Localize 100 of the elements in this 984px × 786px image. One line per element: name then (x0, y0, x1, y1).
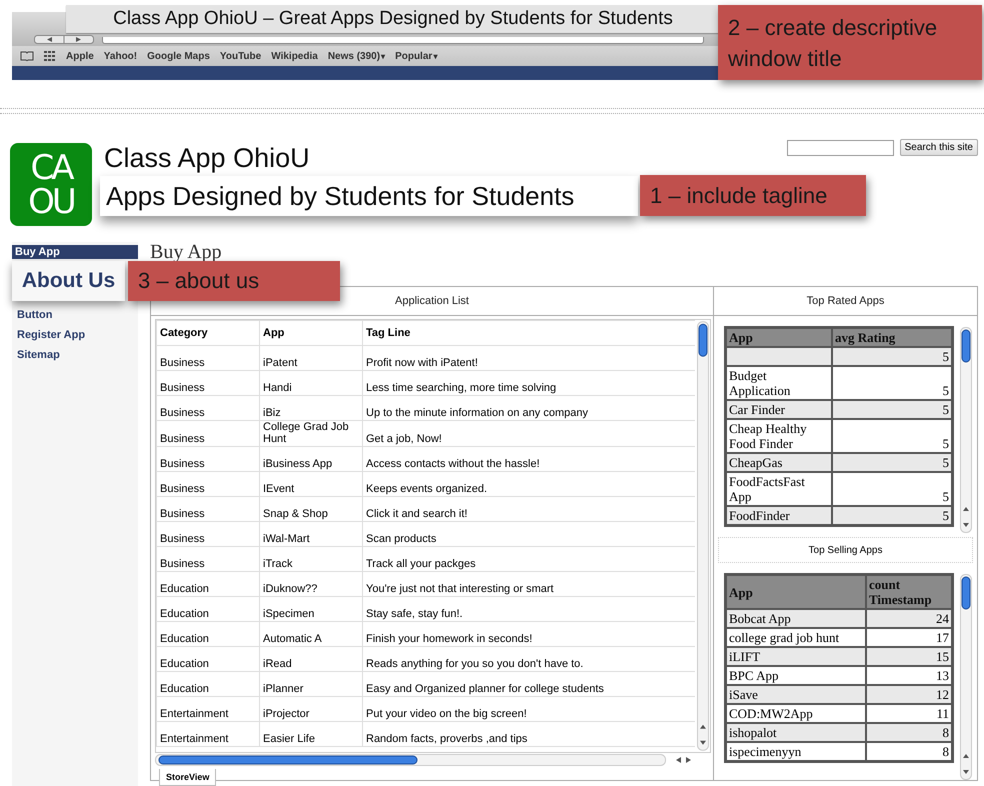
table-cell: Education (156, 646, 260, 672)
vertical-scrollbar[interactable] (960, 574, 972, 780)
table-cell: Entertainment (156, 722, 260, 746)
vertical-scrollbar[interactable] (697, 321, 709, 751)
column-header: Tag Line (362, 320, 696, 346)
table-cell: 5 (832, 419, 952, 453)
table-cell: iDuknow?? (260, 572, 362, 596)
callout-note: 3 – about us (128, 261, 340, 301)
table-cell: Car Finder (726, 400, 832, 419)
table-cell: FoodFactsFast App (726, 472, 832, 506)
caret-icon: ▾ (381, 52, 386, 60)
bookmark-link[interactable]: YouTube (220, 50, 262, 62)
table-cell: Education (156, 572, 260, 596)
sheet-tab[interactable]: StoreView (159, 769, 216, 786)
bookmark-link[interactable]: Apple (66, 50, 94, 62)
table-cell: Business (156, 420, 260, 446)
address-field[interactable] (102, 37, 704, 44)
table-cell: 5 (832, 347, 952, 366)
callout-note: 2 – create descriptive window title (718, 5, 982, 80)
table-cell: iTrack (260, 546, 362, 572)
table-cell: 15 (866, 647, 952, 666)
table-cell: Bobcat App (726, 609, 866, 628)
column-header: count Timestamp (866, 575, 952, 609)
column-header: avg Rating (832, 328, 952, 347)
table-cell: iBusiness App (260, 446, 362, 472)
sidebar-item[interactable]: Buy App (12, 245, 138, 259)
table-cell: Business (156, 396, 260, 420)
table-cell: Business (156, 446, 260, 472)
table-cell: Business (156, 496, 260, 522)
sidebar-item[interactable]: Button (12, 305, 138, 325)
site-title: Class App OhioU (104, 143, 310, 173)
table-cell: iLIFT (726, 647, 866, 666)
table-cell: Budget Application (726, 366, 832, 400)
about-us-link[interactable]: About Us (12, 261, 125, 301)
table-cell: Automatic A (260, 622, 362, 646)
vertical-scrollbar[interactable] (960, 327, 972, 533)
sidebar-item[interactable]: Sitemap (12, 345, 138, 365)
table-cell: iPlanner (260, 672, 362, 696)
table-cell: College Grad Job Hunt (260, 420, 362, 446)
caret-icon: ▾ (433, 52, 438, 60)
table-cell: Easier Life (260, 722, 362, 746)
column-header: App (726, 328, 832, 347)
gadget-title: Top Rated Apps (714, 287, 977, 316)
table-cell: iPatent (260, 346, 362, 370)
table-cell: iSave (726, 685, 866, 704)
table-cell: ishopalot (726, 723, 866, 742)
table-cell: Snap & Shop (260, 496, 362, 522)
book-icon[interactable] (20, 51, 34, 61)
table-cell: 17 (866, 628, 952, 647)
search-button[interactable]: Search this site (900, 139, 978, 156)
table-cell: BPC App (726, 666, 866, 685)
bookmark-link[interactable]: Yahoo! (104, 50, 138, 62)
table-cell: iSpecimen (260, 596, 362, 622)
search-field[interactable] (786, 140, 894, 156)
table-cell: 5 (832, 366, 952, 400)
table-cell: Business (156, 522, 260, 546)
table-cell: FoodFinder (726, 506, 832, 525)
table-cell: Business (156, 472, 260, 496)
table-cell: Entertainment (156, 696, 260, 722)
bookmark-link[interactable]: Google Maps (147, 50, 210, 62)
table-cell: 5 (832, 453, 952, 472)
table-cell: Education (156, 622, 260, 646)
logo-letters: CA (30, 150, 72, 184)
table-cell: 24 (866, 609, 952, 628)
back-forward-buttons[interactable] (34, 35, 94, 44)
grid-icon[interactable] (44, 51, 56, 61)
column-header: Category (156, 320, 260, 346)
bookmark-link[interactable]: Wikipedia (271, 50, 318, 62)
table-cell: Business (156, 346, 260, 370)
table-cell: 13 (866, 666, 952, 685)
bookmark-link[interactable]: Popular (395, 50, 432, 62)
sidebar-item[interactable]: Register App (12, 325, 138, 345)
table-cell: 5 (832, 506, 952, 525)
table-cell: ispecimenyyn (726, 742, 866, 761)
table-cell: iWal-Mart (260, 522, 362, 546)
table-cell: iBiz (260, 396, 362, 420)
table-cell: 12 (866, 685, 952, 704)
callout-note: 1 – include tagline (640, 175, 866, 216)
table-cell: 5 (832, 472, 952, 506)
page-heading: Buy App (150, 242, 222, 262)
table-cell: Business (156, 370, 260, 396)
bookmark-link[interactable]: News (390) (328, 50, 380, 62)
table-cell: Education (156, 672, 260, 696)
table-cell: Business (156, 546, 260, 572)
table-cell: iProjector (260, 696, 362, 722)
gadget-title: Top Selling Apps (718, 537, 973, 563)
table-cell: COD:MW2App (726, 704, 866, 723)
table-cell: 8 (866, 742, 952, 761)
column-header: App (260, 320, 362, 346)
table-cell: Cheap Healthy Food Finder (726, 419, 832, 453)
table-cell: IEvent (260, 472, 362, 496)
table-cell: 5 (832, 400, 952, 419)
table-cell: Handi (260, 370, 362, 396)
table-cell: Education (156, 596, 260, 622)
table-cell: 8 (866, 723, 952, 742)
tagline: Apps Designed by Students for Students (100, 176, 638, 216)
logo-letters: OU (28, 184, 74, 218)
table-cell: iRead (260, 646, 362, 672)
table-cell: 11 (866, 704, 952, 723)
table-cell: CheapGas (726, 453, 832, 472)
